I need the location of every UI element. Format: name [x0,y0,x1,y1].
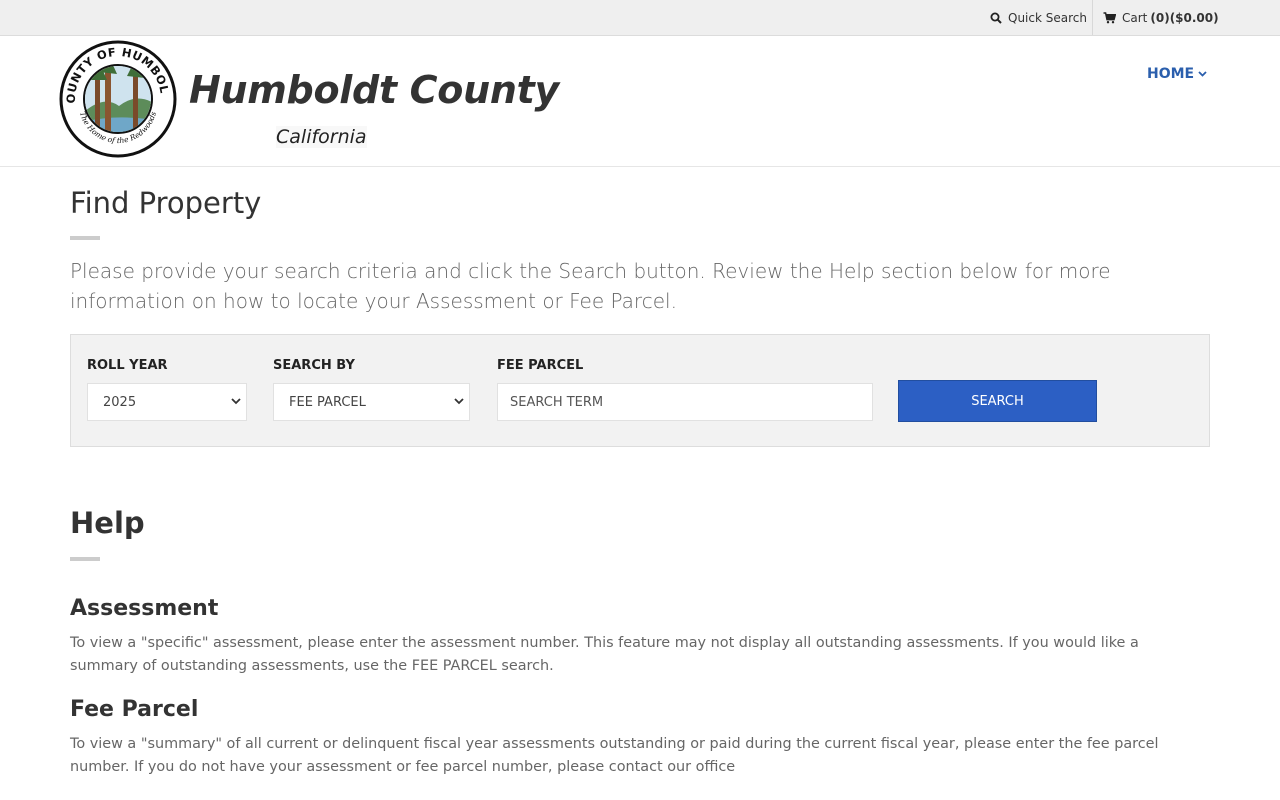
quick-search-label: Quick Search [1008,10,1087,25]
county-seal-logo[interactable]: COUNTY OF HUMBOLDT The Home of the Redwo… [59,40,177,158]
roll-year-select[interactable]: 2025 [87,383,247,421]
help-text-assessment: To view a "specific" assessment, please … [70,635,1139,674]
search-term-input[interactable]: SEARCH TERM [497,383,873,421]
help-title: Help [70,506,145,540]
search-term-label: FEE PARCEL [497,358,584,373]
search-term-placeholder: SEARCH TERM [510,394,604,410]
help-text-fee-parcel: To view a "summary" of all current or de… [70,736,1159,775]
search-form: ROLL YEAR 2025 SEARCH BY FEE PARCEL FEE … [70,334,1210,447]
quick-search-link[interactable]: Quick Search [990,0,1087,35]
search-button[interactable]: SEARCH [898,380,1097,422]
search-icon [990,12,1002,24]
title-underline [70,236,100,240]
help-underline [70,557,100,561]
utility-divider [1092,0,1093,35]
cart-summary: (0)($0.00) [1150,10,1219,25]
state-name: California [276,126,367,148]
utility-bar: Quick Search Cart (0)($0.00) [0,0,1280,36]
roll-year-label: ROLL YEAR [87,358,168,373]
shopping-cart-icon [1103,11,1116,23]
chevron-down-icon [231,398,241,405]
search-by-select[interactable]: FEE PARCEL [273,383,470,421]
roll-year-value: 2025 [103,394,137,410]
nav-home[interactable]: HOME [1147,66,1207,82]
cart-label: Cart [1122,10,1148,25]
county-name[interactable]: Humboldt County [189,68,559,112]
site-header: COUNTY OF HUMBOLDT The Home of the Redwo… [0,36,1280,167]
chevron-down-icon [1198,71,1207,77]
search-by-value: FEE PARCEL [289,394,366,410]
page-intro: Please provide your search criteria and … [70,259,1111,313]
search-by-label: SEARCH BY [273,358,355,373]
page-title: Find Property [70,186,262,220]
cart-link[interactable]: Cart (0)($0.00) [1103,0,1219,35]
chevron-down-icon [454,398,464,405]
nav-home-label: HOME [1147,66,1195,82]
help-heading-assessment: Assessment [70,596,219,621]
help-heading-fee-parcel: Fee Parcel [70,697,199,722]
